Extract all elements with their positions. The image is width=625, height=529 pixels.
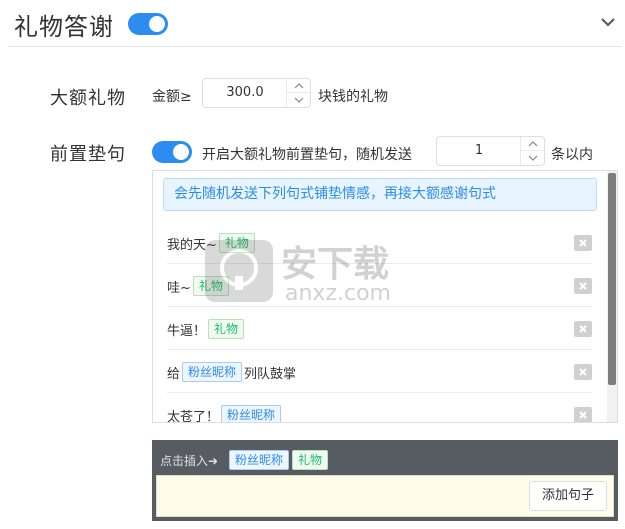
delete-icon[interactable] [574, 407, 592, 422]
phrase-text: 牛逼！ [167, 323, 207, 339]
gift-tag: 礼物 [192, 276, 229, 296]
phrase-content: 哇~ 礼物 [167, 276, 231, 296]
chevron-down-icon[interactable] [598, 12, 618, 32]
amount-label: 金额≥ [152, 89, 192, 105]
section-title: 礼物答谢 [14, 13, 114, 41]
phrase-content: 太苍了！ 粉丝昵称 [167, 405, 283, 423]
phrase-row: 哇~ 礼物 [167, 264, 592, 307]
delete-icon[interactable] [574, 278, 592, 294]
prefix-sentence-label: 前置垫句 [50, 144, 126, 165]
nickname-tag: 粉丝昵称 [221, 405, 282, 422]
list-scrollbar[interactable] [607, 171, 617, 422]
delete-icon[interactable] [574, 364, 592, 380]
phrase-content: 我的天~ 礼物 [167, 233, 257, 253]
header-divider [8, 46, 622, 47]
insert-label: 点击插入➜ [160, 454, 219, 468]
stepper-up-icon[interactable] [287, 79, 310, 93]
big-gift-label: 大额礼物 [50, 88, 126, 109]
insert-bar: 点击插入➜ 粉丝昵称 礼物 添加句子 [152, 440, 618, 521]
count-stepper[interactable]: 1 [436, 136, 545, 166]
amount-stepper-buttons [286, 79, 310, 107]
info-notice: 会先随机发送下列句式铺垫情感，再接大额感谢句式 [163, 178, 597, 211]
amount-value[interactable]: 300.0 [203, 79, 287, 107]
gift-thanks-toggle[interactable] [128, 13, 168, 35]
add-sentence-button[interactable]: 添加句子 [529, 481, 607, 511]
nickname-tag: 粉丝昵称 [182, 362, 243, 382]
phrase-text: 给 [167, 366, 181, 382]
delete-icon[interactable] [574, 235, 592, 251]
count-value[interactable]: 1 [437, 137, 521, 165]
phrase-text: 太苍了！ [167, 409, 220, 423]
stepper-up-icon[interactable] [521, 137, 544, 151]
sentence-input[interactable]: 添加句子 [156, 475, 614, 517]
amount-stepper[interactable]: 300.0 [202, 78, 311, 108]
phrase-content: 给 粉丝昵称 列队鼓掌 [167, 362, 296, 382]
phrase-text: 我的天~ [167, 237, 217, 253]
phrase-row: 给 粉丝昵称 列队鼓掌 [167, 350, 592, 393]
prefix-sentence-toggle[interactable] [152, 141, 192, 163]
phrase-row: 太苍了！ 粉丝昵称 [167, 393, 592, 423]
phrase-list-panel: 会先随机发送下列句式铺垫情感，再接大额感谢句式 我的天~ 礼物 哇~ 礼物 牛逼… [152, 170, 618, 423]
scrollbar-thumb[interactable] [608, 173, 616, 385]
count-suffix: 条以内 [551, 147, 593, 163]
toggle-knob [149, 16, 165, 32]
count-stepper-buttons [520, 137, 544, 165]
delete-icon[interactable] [574, 321, 592, 337]
gift-tag: 礼物 [208, 319, 245, 339]
amount-suffix: 块钱的礼物 [318, 89, 388, 105]
gift-tag: 礼物 [218, 233, 255, 253]
insert-nickname-tag[interactable]: 粉丝昵称 [229, 450, 290, 470]
phrase-row: 牛逼！ 礼物 [167, 307, 592, 350]
stepper-down-icon[interactable] [521, 151, 544, 165]
phrase-text: 列队鼓掌 [244, 366, 297, 382]
prefix-toggle-label: 开启大额礼物前置垫句，随机发送 [202, 147, 412, 163]
phrase-content: 牛逼！ 礼物 [167, 319, 246, 339]
phrase-row: 我的天~ 礼物 [167, 221, 592, 264]
insert-gift-tag[interactable]: 礼物 [292, 450, 329, 470]
stepper-down-icon[interactable] [287, 93, 310, 107]
phrase-text: 哇~ [167, 280, 191, 296]
section-header: 礼物答谢 [0, 0, 625, 46]
toggle-knob [173, 144, 189, 160]
